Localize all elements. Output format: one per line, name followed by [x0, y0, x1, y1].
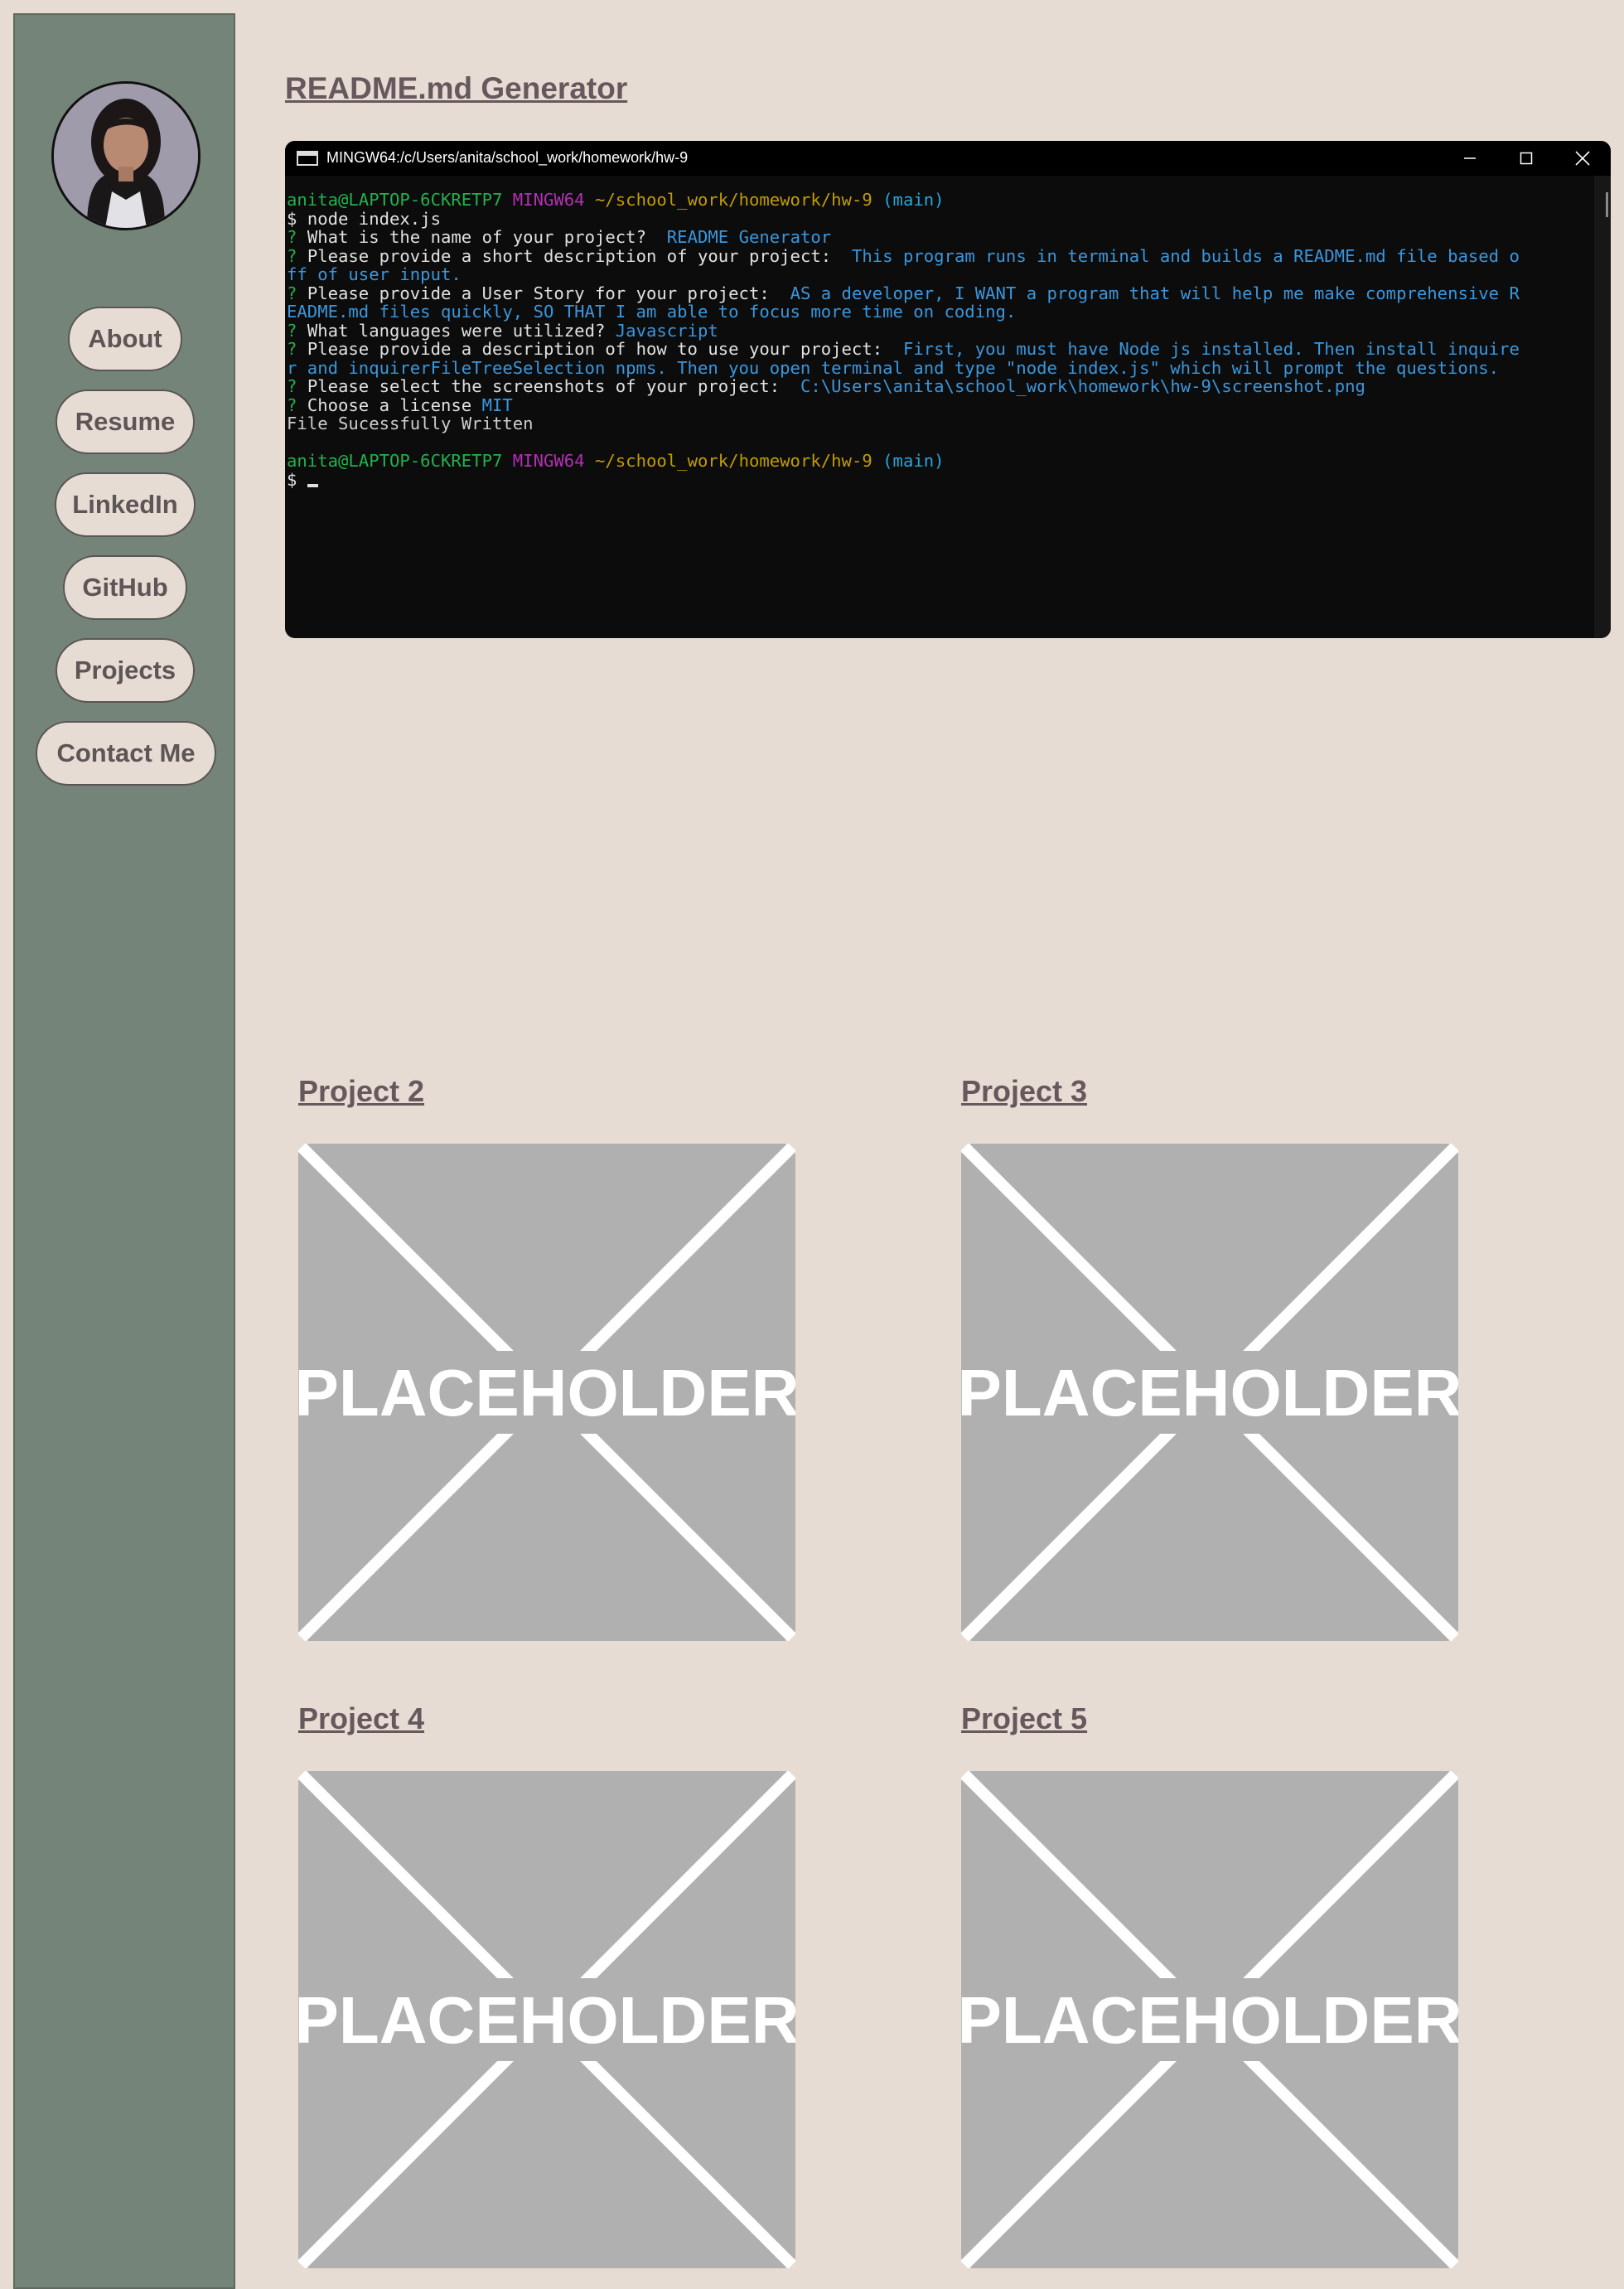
terminal-line: ? Choose a license MIT [287, 394, 513, 415]
terminal-line: ? What languages were utilized? Javascri… [287, 320, 718, 341]
project-4-title-link[interactable]: Project 4 [298, 1701, 424, 1736]
placeholder-text: PLACEHOLDER [298, 1356, 795, 1430]
terminal-line: ff of user input. [287, 264, 462, 284]
sidebar: About Resume LinkedIn GitHub Projects Co… [13, 13, 235, 2289]
terminal-line: r and inquirerFileTreeSelection npms. Th… [287, 357, 1500, 378]
placeholder-text: PLACEHOLDER [298, 1983, 795, 2057]
terminal-screenshot[interactable]: MINGW64:/c/Users/anita/school_work/homew… [285, 141, 1611, 638]
nav-linkedin-button[interactable]: LinkedIn [55, 472, 196, 537]
terminal-scrollbar [1594, 176, 1611, 638]
terminal-line: ? What is the name of your project? READ… [287, 227, 832, 247]
nav-about-button[interactable]: About [68, 307, 182, 371]
avatar [51, 81, 201, 230]
terminal-icon [297, 151, 318, 166]
terminal-line: anita@LAPTOP-6CKRETP7 MINGW64 ~/school_w… [287, 451, 945, 471]
terminal-titlebar: MINGW64:/c/Users/anita/school_work/homew… [285, 141, 1611, 176]
terminal-scrollbar-thumb [1606, 192, 1608, 217]
terminal-cursor [307, 483, 318, 487]
terminal-line: EADME.md files quickly, SO THAT I am abl… [287, 302, 1017, 322]
project-3-placeholder-image[interactable]: PLACEHOLDER [958, 1143, 1462, 1642]
nav-contact-button[interactable]: Contact Me [36, 721, 216, 786]
placeholder-text: PLACEHOLDER [961, 1356, 1458, 1430]
terminal-line: anita@LAPTOP-6CKRETP7 MINGW64 ~/school_w… [287, 191, 945, 210]
project-3-title-link[interactable]: Project 3 [961, 1074, 1087, 1109]
project-5-placeholder-image[interactable]: PLACEHOLDER [958, 1770, 1462, 2269]
project-5-title-link[interactable]: Project 5 [961, 1701, 1087, 1736]
project-2-title-link[interactable]: Project 2 [298, 1074, 424, 1109]
featured-project-title-link[interactable]: README.md Generator [285, 71, 627, 106]
close-icon [1554, 141, 1611, 176]
terminal-line: ? Please provide a short description of … [287, 245, 1520, 266]
terminal-line: ? Please provide a User Story for your p… [287, 283, 1520, 303]
placeholder-text: PLACEHOLDER [961, 1983, 1458, 2057]
terminal-line: $ [287, 470, 1594, 490]
minimize-icon [1442, 141, 1498, 176]
avatar-image [54, 84, 198, 228]
nav-projects-button[interactable]: Projects [56, 638, 195, 703]
terminal-output: anita@LAPTOP-6CKRETP7 MINGW64 ~/school_w… [287, 191, 1594, 638]
nav-github-button[interactable]: GitHub [63, 555, 187, 620]
terminal-line: File Sucessfully Written [287, 414, 534, 433]
project-2-placeholder-image[interactable]: PLACEHOLDER [295, 1143, 799, 1642]
terminal-line: ? Please provide a description of how to… [287, 339, 1520, 359]
terminal-line: ? Please select the screenshots of your … [287, 376, 1365, 396]
terminal-line: $ node index.js [287, 208, 441, 229]
project-4-placeholder-image[interactable]: PLACEHOLDER [295, 1770, 799, 2269]
maximize-icon [1498, 141, 1554, 176]
nav-resume-button[interactable]: Resume [56, 390, 195, 454]
terminal-window-title: MINGW64:/c/Users/anita/school_work/homew… [326, 149, 689, 166]
